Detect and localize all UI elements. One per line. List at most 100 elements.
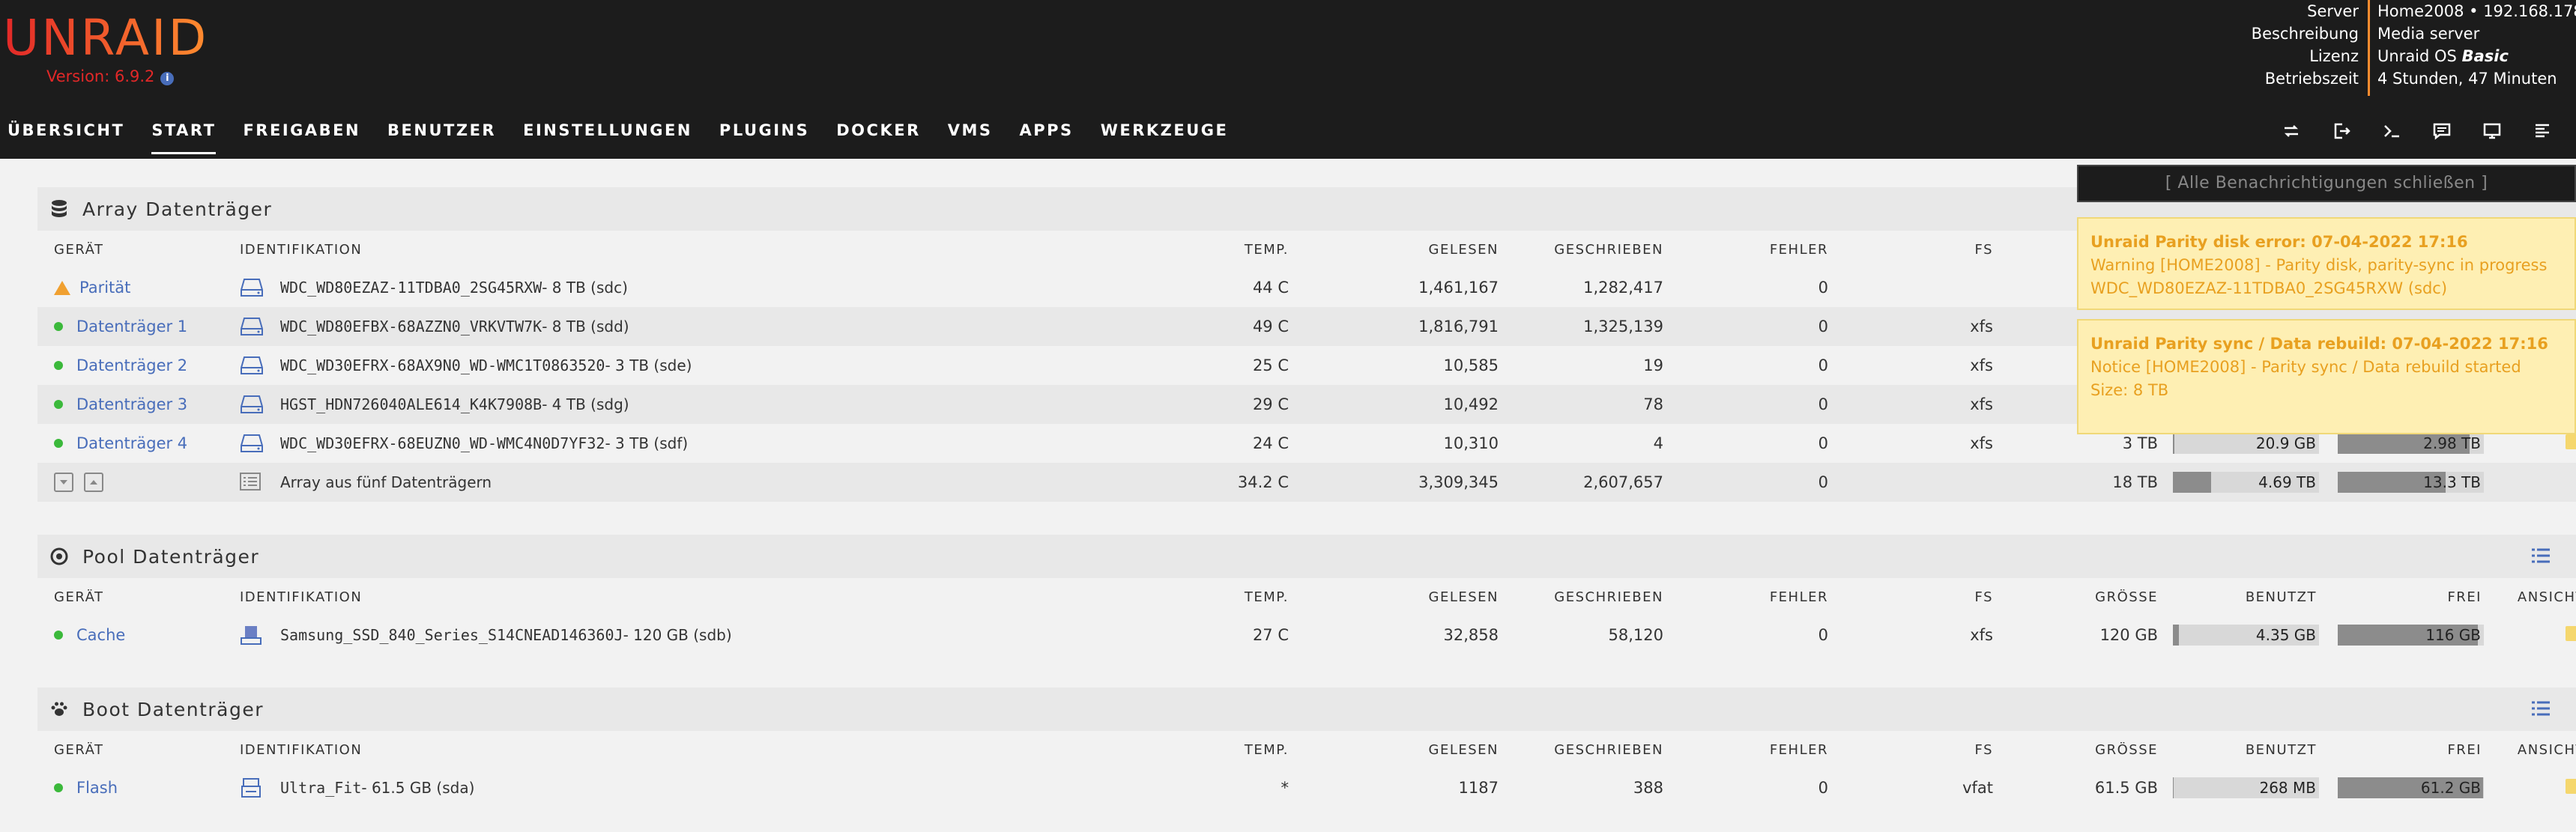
col-read[interactable]: GELESEN bbox=[1289, 242, 1499, 258]
col-errors[interactable]: FEHLER bbox=[1663, 589, 1828, 605]
disk-icon[interactable] bbox=[240, 395, 265, 414]
used-cell: 268 MB bbox=[2158, 777, 2323, 798]
col-write[interactable]: GESCHRIEBEN bbox=[1499, 742, 1663, 758]
col-device[interactable]: GERÄT bbox=[37, 742, 240, 758]
device-link[interactable]: Datenträger 4 bbox=[76, 434, 187, 452]
logout-icon[interactable] bbox=[2330, 120, 2353, 142]
spin-down-icon[interactable] bbox=[54, 473, 73, 492]
col-write[interactable]: GESCHRIEBEN bbox=[1499, 589, 1663, 605]
folder-icon[interactable] bbox=[2566, 778, 2576, 794]
status-ok-icon bbox=[54, 631, 63, 640]
col-temp[interactable]: TEMP. bbox=[1169, 589, 1289, 605]
col-free[interactable]: FREI bbox=[2323, 589, 2488, 605]
feedback-icon[interactable] bbox=[2431, 120, 2453, 142]
server-name[interactable]: Home2008 • 192.168.178. bbox=[2377, 0, 2576, 22]
col-temp[interactable]: TEMP. bbox=[1169, 242, 1289, 258]
tab-tools[interactable]: WERKZEUGE bbox=[1101, 117, 1229, 147]
tab-docker[interactable]: DOCKER bbox=[836, 117, 920, 147]
used-cell: 4.35 GB bbox=[2158, 625, 2323, 646]
col-fs[interactable]: FS bbox=[1828, 742, 1993, 758]
col-used[interactable]: BENUTZT bbox=[2158, 742, 2323, 758]
col-id[interactable]: IDENTIFIKATION bbox=[240, 242, 1169, 258]
col-view[interactable]: ANSICHT bbox=[2488, 742, 2576, 758]
spin-up-icon[interactable] bbox=[84, 473, 103, 492]
tab-vms[interactable]: VMS bbox=[948, 117, 993, 147]
col-size[interactable]: GRÖSSE bbox=[1993, 589, 2158, 605]
col-fs[interactable]: FS bbox=[1828, 589, 1993, 605]
array-summary-row: Array aus fünf Datenträgern 34.2 C 3,309… bbox=[37, 463, 2576, 502]
list-icon bbox=[240, 473, 265, 492]
col-write[interactable]: GESCHRIEBEN bbox=[1499, 242, 1663, 258]
id-cell: WDC_WD80EZAZ-11TDBA0_2SG45RXW - 8 TB (sd… bbox=[240, 278, 1169, 297]
unraid-logo[interactable]: UNRAID bbox=[3, 9, 208, 67]
pool-view-toggle-icon[interactable] bbox=[2531, 547, 2551, 568]
boot-rows: Flash Ultra_Fit - 61.5 GB (sda) * 1187 3… bbox=[37, 768, 2576, 807]
info-monitor-icon[interactable] bbox=[2481, 120, 2503, 142]
disk-icon[interactable] bbox=[240, 778, 265, 798]
col-device[interactable]: GERÄT bbox=[37, 242, 240, 258]
device-link[interactable]: Datenträger 3 bbox=[76, 395, 187, 413]
array-actions bbox=[37, 473, 240, 492]
temp-cell: 44 C bbox=[1252, 279, 1289, 297]
col-view[interactable]: ANSICHT bbox=[2488, 589, 2576, 605]
tab-apps[interactable]: APPS bbox=[1020, 117, 1074, 147]
switch-language-icon[interactable] bbox=[2280, 120, 2303, 142]
info-icon[interactable]: i bbox=[160, 72, 175, 85]
errors-cell: 0 bbox=[1818, 356, 1828, 374]
terminal-icon[interactable] bbox=[2380, 120, 2403, 142]
size-cell: 120 GB bbox=[2099, 626, 2158, 644]
folder-icon[interactable] bbox=[2566, 625, 2576, 641]
col-fs[interactable]: FS bbox=[1828, 242, 1993, 258]
disk-id: Samsung_SSD_840_Series_S14CNEAD146360J bbox=[280, 626, 623, 644]
device-link[interactable]: Parität bbox=[79, 279, 130, 297]
read-cell: 1,816,791 bbox=[1418, 318, 1499, 335]
tab-settings[interactable]: EINSTELLUNGEN bbox=[523, 117, 692, 147]
device-link[interactable]: Cache bbox=[76, 626, 125, 644]
tab-overview[interactable]: ÜBERSICHT bbox=[7, 117, 124, 147]
col-id[interactable]: IDENTIFIKATION bbox=[240, 742, 1169, 758]
disk-icon[interactable] bbox=[240, 356, 265, 375]
boot-view-toggle-icon[interactable] bbox=[2531, 699, 2551, 721]
license-value[interactable]: Unraid OS Basic bbox=[2377, 45, 2576, 67]
notification-parity-sync[interactable]: Unraid Parity sync / Data rebuild: 07-04… bbox=[2077, 319, 2576, 434]
device-cell: Datenträger 4 bbox=[37, 434, 240, 452]
col-read[interactable]: GELESEN bbox=[1289, 589, 1499, 605]
read-cell: 10,585 bbox=[1443, 356, 1499, 374]
tab-users[interactable]: BENUTZER bbox=[387, 117, 496, 147]
disk-icon[interactable] bbox=[240, 434, 265, 453]
device-link[interactable]: Datenträger 1 bbox=[76, 318, 187, 335]
col-read[interactable]: GELESEN bbox=[1289, 742, 1499, 758]
notification-title: Unraid Parity disk error: 07-04-2022 17:… bbox=[2090, 233, 2468, 251]
disk-icon[interactable] bbox=[240, 317, 265, 336]
close-all-notifications-button[interactable]: [ Alle Benachrichtigungen schließen ] bbox=[2077, 165, 2576, 202]
errors-cell: 0 bbox=[1818, 279, 1828, 297]
col-id[interactable]: IDENTIFIKATION bbox=[240, 589, 1169, 605]
device-cell: Cache bbox=[37, 626, 240, 644]
col-device[interactable]: GERÄT bbox=[37, 589, 240, 605]
col-errors[interactable]: FEHLER bbox=[1663, 242, 1828, 258]
col-free[interactable]: FREI bbox=[2323, 742, 2488, 758]
tab-plugins[interactable]: PLUGINS bbox=[719, 117, 809, 147]
tab-start[interactable]: START bbox=[151, 117, 217, 154]
device-link[interactable]: Flash bbox=[76, 779, 118, 797]
write-cell: 388 bbox=[1633, 779, 1663, 797]
folder-icon[interactable] bbox=[2566, 434, 2576, 449]
paw-icon bbox=[49, 699, 69, 719]
tab-shares[interactable]: FREIGABEN bbox=[243, 117, 360, 147]
device-link[interactable]: Datenträger 2 bbox=[76, 356, 187, 374]
col-errors[interactable]: FEHLER bbox=[1663, 742, 1828, 758]
device-cell: Datenträger 3 bbox=[37, 395, 240, 413]
col-size[interactable]: GRÖSSE bbox=[1993, 742, 2158, 758]
notification-text: Notice [HOME2008] - Parity sync / Data r… bbox=[2090, 358, 2521, 376]
id-cell: WDC_WD30EFRX-68AX9N0_WD-WMC1T0863520 - 3… bbox=[240, 356, 1169, 375]
errors-cell: 0 bbox=[1818, 395, 1828, 413]
write-cell: 4 bbox=[1653, 434, 1663, 452]
log-icon[interactable] bbox=[2531, 120, 2554, 142]
col-used[interactable]: BENUTZT bbox=[2158, 589, 2323, 605]
version-label[interactable]: Version: 6.9.2 i bbox=[46, 67, 175, 85]
disk-icon[interactable] bbox=[240, 625, 265, 645]
notification-parity-error[interactable]: Unraid Parity disk error: 07-04-2022 17:… bbox=[2077, 217, 2576, 310]
disk-icon[interactable] bbox=[240, 278, 265, 297]
col-temp[interactable]: TEMP. bbox=[1169, 742, 1289, 758]
status-ok-icon bbox=[54, 361, 63, 370]
